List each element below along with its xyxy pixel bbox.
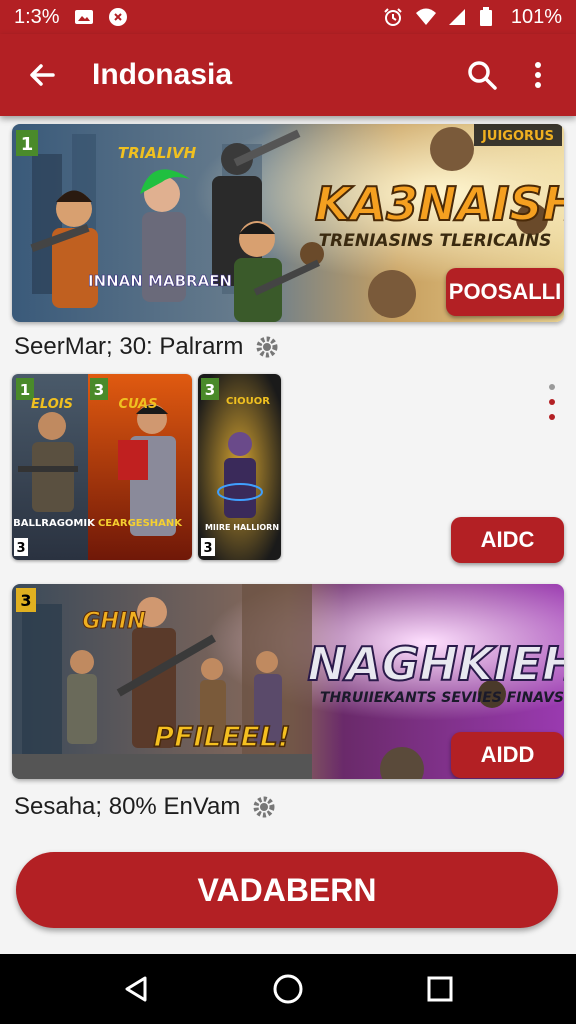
back-button[interactable]	[12, 45, 72, 105]
banner1-caption: INNAN MABRAEN	[88, 272, 232, 290]
rating-text-1: SeerMar; 30: Palrarm	[14, 333, 244, 360]
banner2-badge: 3	[20, 591, 31, 610]
thumb1-badge: 1	[20, 381, 30, 399]
banner1-action-button[interactable]: POOSALLI	[446, 268, 564, 316]
nav-back-icon	[125, 976, 147, 1002]
main-action-button[interactable]: VADABERN	[16, 852, 558, 928]
arrow-left-icon	[30, 64, 55, 86]
nav-recents-icon	[427, 976, 453, 1002]
thumb3-top-text: CIOUOR	[226, 396, 270, 407]
thumb2-top-text: CUAS	[119, 397, 158, 412]
settings-icon	[256, 336, 278, 358]
app-bar: Indonasia	[0, 34, 576, 116]
thumb1-bottom-text: BALLRAGOMIK	[13, 518, 96, 529]
battery-percent: 101%	[510, 5, 562, 28]
page-title: Indonasia	[92, 58, 233, 91]
banner1-subtitle: TRENIASINS TLERICAINS	[319, 231, 552, 251]
banner1-corner-text: JUIGORUS	[481, 129, 554, 144]
nav-home-button[interactable]	[258, 959, 318, 1019]
add-button-1[interactable]: AIDC	[451, 517, 564, 563]
message-icon	[74, 7, 94, 27]
banner2-top-logo: GHIN	[82, 609, 145, 634]
content-list[interactable]: 1 TRIALIVH JUIGORUS KA3NAISH TRENIASINS …	[0, 116, 576, 954]
featured-banner-2[interactable]: 3 GHIN PFILEEL! NAGHKIEH THRUIIEKANTS SE…	[12, 584, 564, 779]
thumb1-top-text: ELOIS	[31, 397, 73, 412]
banner2-add-button[interactable]: AIDD	[451, 732, 564, 778]
game-thumb-1[interactable]: 1 ELOIS BALLRAGOMIK 3 3 CUAS CEARGESHANK	[12, 374, 192, 560]
alert-icon	[108, 7, 128, 27]
thumb3-rating: 3	[203, 541, 212, 556]
signal-icon	[447, 7, 467, 27]
banner2-subtitle: THRUIIEKANTS SEVIIES FINAVS	[320, 690, 564, 706]
banner2-bottom-logo: PFILEEL!	[154, 720, 291, 753]
status-bar: 1:3% 101%	[0, 0, 576, 34]
more-vert-icon	[535, 62, 541, 88]
banner1-badge: 1	[21, 134, 34, 155]
featured-banner-1[interactable]: 1 TRIALIVH JUIGORUS KA3NAISH TRENIASINS …	[12, 124, 564, 322]
battery-icon	[479, 7, 499, 27]
thumb2-badge: 3	[94, 381, 104, 399]
nav-back-button[interactable]	[106, 959, 166, 1019]
thumb1-rating: 3	[16, 541, 25, 556]
search-button[interactable]	[454, 47, 510, 103]
rating-row-1: SeerMar; 30: Palrarm	[14, 332, 279, 362]
settings-icon	[253, 796, 275, 818]
thumb3-bottom-text: MIIRE HALLIORN	[205, 523, 279, 532]
wifi-icon	[415, 7, 436, 27]
more-vert-icon[interactable]	[546, 384, 558, 420]
thumb2-bottom-text: CEARGESHANK	[98, 518, 183, 529]
rating-text-2: Sesaha; 80% EnVam	[14, 793, 241, 820]
more-options-button[interactable]	[510, 47, 566, 103]
nav-recents-button[interactable]	[410, 959, 470, 1019]
game-thumb-2[interactable]: 3 CIOUOR MIIRE HALLIORN 3	[198, 374, 281, 560]
banner1-title: KA3NAISH	[315, 177, 564, 231]
status-time: 1:3%	[14, 5, 60, 28]
alarm-icon	[383, 7, 403, 27]
rating-row-2: Sesaha; 80% EnVam	[14, 792, 276, 822]
banner1-top-logo: TRIALIVH	[118, 144, 197, 162]
system-nav-bar	[0, 954, 576, 1024]
nav-home-icon	[273, 974, 303, 1004]
search-icon	[468, 61, 497, 90]
thumb3-badge: 3	[205, 381, 215, 399]
banner2-title: NAGHKIEH	[307, 637, 564, 691]
